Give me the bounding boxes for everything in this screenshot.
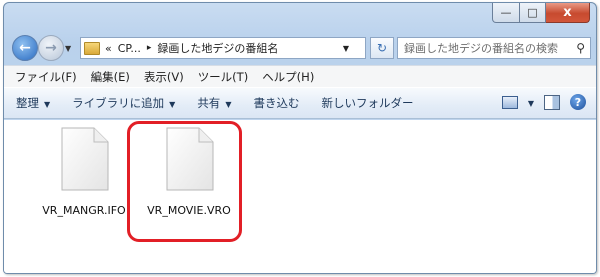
add-to-library-button[interactable]: ライブラリに追加 ▼ bbox=[72, 95, 175, 111]
address-segment-cp[interactable]: CP... bbox=[118, 42, 141, 55]
search-input[interactable] bbox=[402, 40, 571, 56]
preview-pane-icon[interactable] bbox=[544, 94, 560, 110]
forward-arrow-icon[interactable]: → bbox=[38, 35, 64, 61]
address-separator-icon[interactable]: ▸ bbox=[147, 43, 152, 53]
chevron-down-icon: ▼ bbox=[169, 100, 176, 109]
menu-view[interactable]: 表示(V) bbox=[137, 67, 191, 87]
command-bar-right: ▼ ? bbox=[501, 94, 586, 110]
burn-button[interactable]: 書き込む bbox=[253, 95, 299, 111]
menu-edit[interactable]: 編集(E) bbox=[84, 67, 137, 87]
address-segment-current[interactable]: 録画した地デジの番組名 bbox=[157, 40, 278, 56]
menu-bar: ファイル(F) 編集(E) 表示(V) ツール(T) ヘルプ(H) bbox=[4, 65, 596, 87]
file-icon bbox=[58, 126, 110, 192]
share-label: 共有 bbox=[197, 96, 221, 110]
view-dropdown-icon[interactable]: ▼ bbox=[528, 95, 534, 109]
recent-pages-dropdown-icon[interactable]: ▼ bbox=[65, 44, 71, 53]
minimize-button[interactable]: — bbox=[492, 3, 520, 23]
view-options-icon[interactable] bbox=[501, 95, 518, 109]
chevron-down-icon: ▼ bbox=[225, 100, 232, 109]
address-bar[interactable]: « CP... ▸ 録画した地デジの番組名 ▼ bbox=[80, 37, 366, 59]
file-list-area[interactable]: VR_MANGR.IFO VR_MOVIE.VRO bbox=[4, 120, 596, 273]
menu-file[interactable]: ファイル(F) bbox=[8, 67, 84, 87]
explorer-window: — □ x ← → ▼ « CP... ▸ 録画した地デジの番組名 ▼ ↻ ⚲ … bbox=[3, 2, 597, 274]
navigation-bar: ← → ▼ « CP... ▸ 録画した地デジの番組名 ▼ ↻ ⚲ bbox=[4, 31, 596, 63]
refresh-icon[interactable]: ↻ bbox=[370, 37, 394, 59]
address-dropdown-icon[interactable]: ▼ bbox=[343, 44, 349, 53]
burn-label: 書き込む bbox=[253, 96, 300, 110]
caption-buttons: — □ x bbox=[492, 3, 590, 23]
share-button[interactable]: 共有 ▼ bbox=[197, 95, 231, 111]
highlight-annotation bbox=[127, 121, 242, 242]
close-button[interactable]: x bbox=[546, 3, 590, 23]
search-box[interactable]: ⚲ bbox=[397, 37, 591, 59]
organize-label: 整理 bbox=[16, 96, 39, 110]
folder-icon bbox=[84, 41, 100, 55]
new-folder-label: 新しいフォルダー bbox=[321, 96, 414, 110]
chevron-down-icon: ▼ bbox=[44, 100, 51, 109]
menu-tools[interactable]: ツール(T) bbox=[191, 67, 256, 87]
help-icon[interactable]: ? bbox=[570, 94, 586, 110]
maximize-button[interactable]: □ bbox=[520, 3, 546, 23]
file-item[interactable]: VR_MANGR.IFO bbox=[29, 126, 139, 217]
back-arrow-icon[interactable]: ← bbox=[12, 35, 38, 61]
organize-button[interactable]: 整理 ▼ bbox=[16, 95, 50, 111]
file-name[interactable]: VR_MANGR.IFO bbox=[29, 204, 139, 217]
search-icon[interactable]: ⚲ bbox=[576, 41, 585, 55]
new-folder-button[interactable]: 新しいフォルダー bbox=[321, 95, 413, 111]
add-to-library-label: ライブラリに追加 bbox=[72, 96, 165, 110]
menu-help[interactable]: ヘルプ(H) bbox=[255, 67, 321, 87]
address-overflow[interactable]: « bbox=[105, 42, 112, 55]
command-bar: 整理 ▼ ライブラリに追加 ▼ 共有 ▼ 書き込む 新しいフォルダー ▼ ? bbox=[4, 87, 596, 119]
